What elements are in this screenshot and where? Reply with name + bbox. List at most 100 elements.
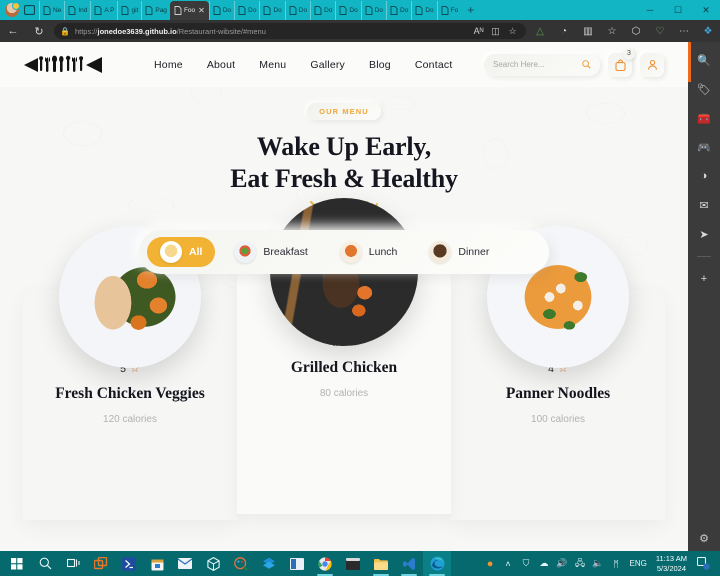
favorite-star-icon[interactable]: ☆ — [505, 26, 520, 37]
site-search-box[interactable] — [484, 53, 600, 76]
menu-card[interactable]: 4 ☆ Panner Noodles 100 calories — [451, 226, 665, 521]
bluetooth-icon[interactable]: ᛗ — [608, 559, 625, 569]
cutlery-fish-logo[interactable] — [24, 54, 116, 76]
browser-tab[interactable]: Do — [360, 0, 386, 20]
split-screen-icon[interactable]: ▥ — [576, 26, 600, 37]
window-controls: ─ ☐ ✕ — [636, 0, 720, 20]
immersive-reader-icon[interactable]: ◫ — [488, 26, 503, 37]
app-paint-icon[interactable] — [227, 551, 255, 576]
clock[interactable]: 11:13 AM 5/3/2024 — [652, 554, 691, 573]
account-button[interactable] — [640, 52, 664, 77]
speaker-mute-icon[interactable]: 🔊 — [554, 558, 571, 569]
nav-link-home[interactable]: Home — [154, 59, 183, 71]
app-powershell-icon[interactable] — [115, 551, 143, 576]
task-view-icon[interactable] — [59, 551, 87, 576]
tools-briefcase-icon[interactable]: 🧰 — [695, 109, 713, 127]
browser-tab[interactable]: Fo — [436, 0, 462, 20]
search-input[interactable] — [493, 60, 582, 69]
nav-link-menu[interactable]: Menu — [259, 59, 286, 71]
menu-card[interactable]: 5 ☆ Fresh Chicken Veggies 120 calories — [23, 226, 237, 521]
browser-tab[interactable]: Do — [411, 0, 436, 20]
show-hidden-icons-chevron[interactable]: ˄ — [500, 559, 517, 569]
browser-tab[interactable]: A P — [90, 0, 117, 20]
new-tab-button[interactable]: + — [461, 3, 480, 17]
settings-more-icon[interactable]: ⋯ — [672, 26, 696, 37]
app-mail-icon[interactable] — [171, 551, 199, 576]
app-orange-squares-icon[interactable] — [87, 551, 115, 576]
app-vscode-icon[interactable] — [395, 551, 423, 576]
app-store-icon[interactable] — [143, 551, 171, 576]
heart-shield-icon[interactable]: ♡ — [648, 26, 672, 37]
app-window-icon[interactable] — [283, 551, 311, 576]
app-edge-icon[interactable] — [423, 551, 451, 576]
section-eyebrow-badge: OUR MENU — [307, 103, 381, 120]
telegram-icon[interactable]: ➤ — [695, 225, 713, 243]
filter-dinner[interactable]: Dinner — [416, 237, 502, 267]
outlook-icon[interactable]: ✉ — [695, 196, 713, 214]
refresh-button[interactable]: ↻ — [26, 20, 52, 42]
firefox-tray-icon[interactable]: ● — [482, 558, 499, 570]
shopping-tag-icon[interactable]: 🏷 — [695, 80, 713, 98]
filter-breakfast[interactable]: Breakfast — [221, 237, 320, 267]
start-button[interactable] — [3, 551, 31, 576]
browser-tab-label: Do — [222, 6, 232, 14]
browser-tab[interactable]: Do — [284, 0, 310, 20]
menu-card[interactable]: 4.3☆Grilled Chicken80 calories — [237, 198, 451, 515]
games-icon[interactable]: 🎮 — [695, 138, 713, 156]
dish-name: Fresh Chicken Veggies — [55, 385, 205, 403]
maximize-button[interactable]: ☐ — [664, 5, 692, 16]
search-taskbar-icon[interactable] — [31, 551, 59, 576]
collections-icon[interactable]: ☆ — [600, 26, 624, 37]
browser-tab[interactable]: Do — [208, 0, 234, 20]
language-indicator[interactable]: ENG — [626, 559, 651, 568]
browser-tab-label: Do — [324, 6, 333, 14]
browser-tab[interactable]: Do — [259, 0, 284, 20]
nav-link-gallery[interactable]: Gallery — [310, 59, 345, 71]
search-icon[interactable]: 🔍 — [695, 51, 713, 69]
network-icon[interactable]: 🖧 — [572, 556, 589, 572]
read-aloud-icon[interactable]: Aᴺ — [471, 26, 486, 36]
google-drive-icon[interactable]: △ — [528, 26, 552, 37]
app-terminal-icon[interactable] — [339, 551, 367, 576]
copilot-icon[interactable]: ❖ — [696, 26, 720, 37]
cart-button[interactable]: 3 — [608, 47, 635, 77]
close-tab-icon[interactable]: ✕ — [198, 6, 205, 15]
browser-tab[interactable]: Do — [335, 0, 360, 20]
tab-favicon-icon — [314, 5, 322, 15]
search-icon[interactable] — [582, 60, 591, 69]
browser-tab[interactable]: Ne — [39, 0, 64, 20]
volume-icon[interactable]: 🔈 — [590, 558, 607, 569]
app-chrome-icon[interactable] — [311, 551, 339, 576]
close-window-button[interactable]: ✕ — [692, 5, 720, 16]
browser-tab-active[interactable]: Foo ✕ — [169, 0, 209, 20]
browser-tab[interactable]: Do — [386, 0, 411, 20]
action-center-button[interactable] — [692, 557, 714, 570]
app-cube-icon[interactable] — [199, 551, 227, 576]
filter-lunch[interactable]: Lunch — [327, 237, 411, 267]
office-icon[interactable]: ◑ — [695, 167, 713, 185]
browser-tab[interactable]: Do — [234, 0, 259, 20]
browser-tab[interactable]: Ind — [64, 0, 90, 20]
app-dropbox-icon[interactable] — [255, 551, 283, 576]
onedrive-tray-icon[interactable]: ☁ — [536, 558, 553, 569]
browser-essentials-icon[interactable]: ⬡ — [624, 26, 648, 37]
filter-all[interactable]: All — [147, 237, 216, 268]
extension-clock-icon[interactable]: ◔ — [552, 26, 576, 37]
back-button[interactable]: ← — [0, 20, 26, 42]
address-bar[interactable]: 🔒 https://jonedoe3639.github.io/Restaura… — [54, 23, 526, 39]
profile-avatar[interactable] — [5, 2, 20, 17]
antivirus-tray-icon[interactable]: ⛉ — [518, 558, 535, 569]
filter-thumb-dinner-icon — [429, 241, 452, 264]
nav-link-blog[interactable]: Blog — [369, 59, 391, 71]
app-file-explorer-icon[interactable] — [367, 551, 395, 576]
nav-link-about[interactable]: About — [207, 59, 235, 71]
nav-link-contact[interactable]: Contact — [415, 59, 453, 71]
sidebar-settings-icon[interactable]: ⚙ — [699, 532, 709, 545]
browser-tab[interactable]: Do — [310, 0, 335, 20]
tab-favicon-icon — [441, 5, 449, 15]
browser-tab[interactable]: Pag — [141, 0, 170, 20]
tab-actions-icon[interactable] — [23, 4, 36, 16]
minimize-button[interactable]: ─ — [636, 5, 664, 15]
add-sidebar-app-icon[interactable]: + — [695, 270, 713, 288]
browser-tab[interactable]: git — [117, 0, 141, 20]
